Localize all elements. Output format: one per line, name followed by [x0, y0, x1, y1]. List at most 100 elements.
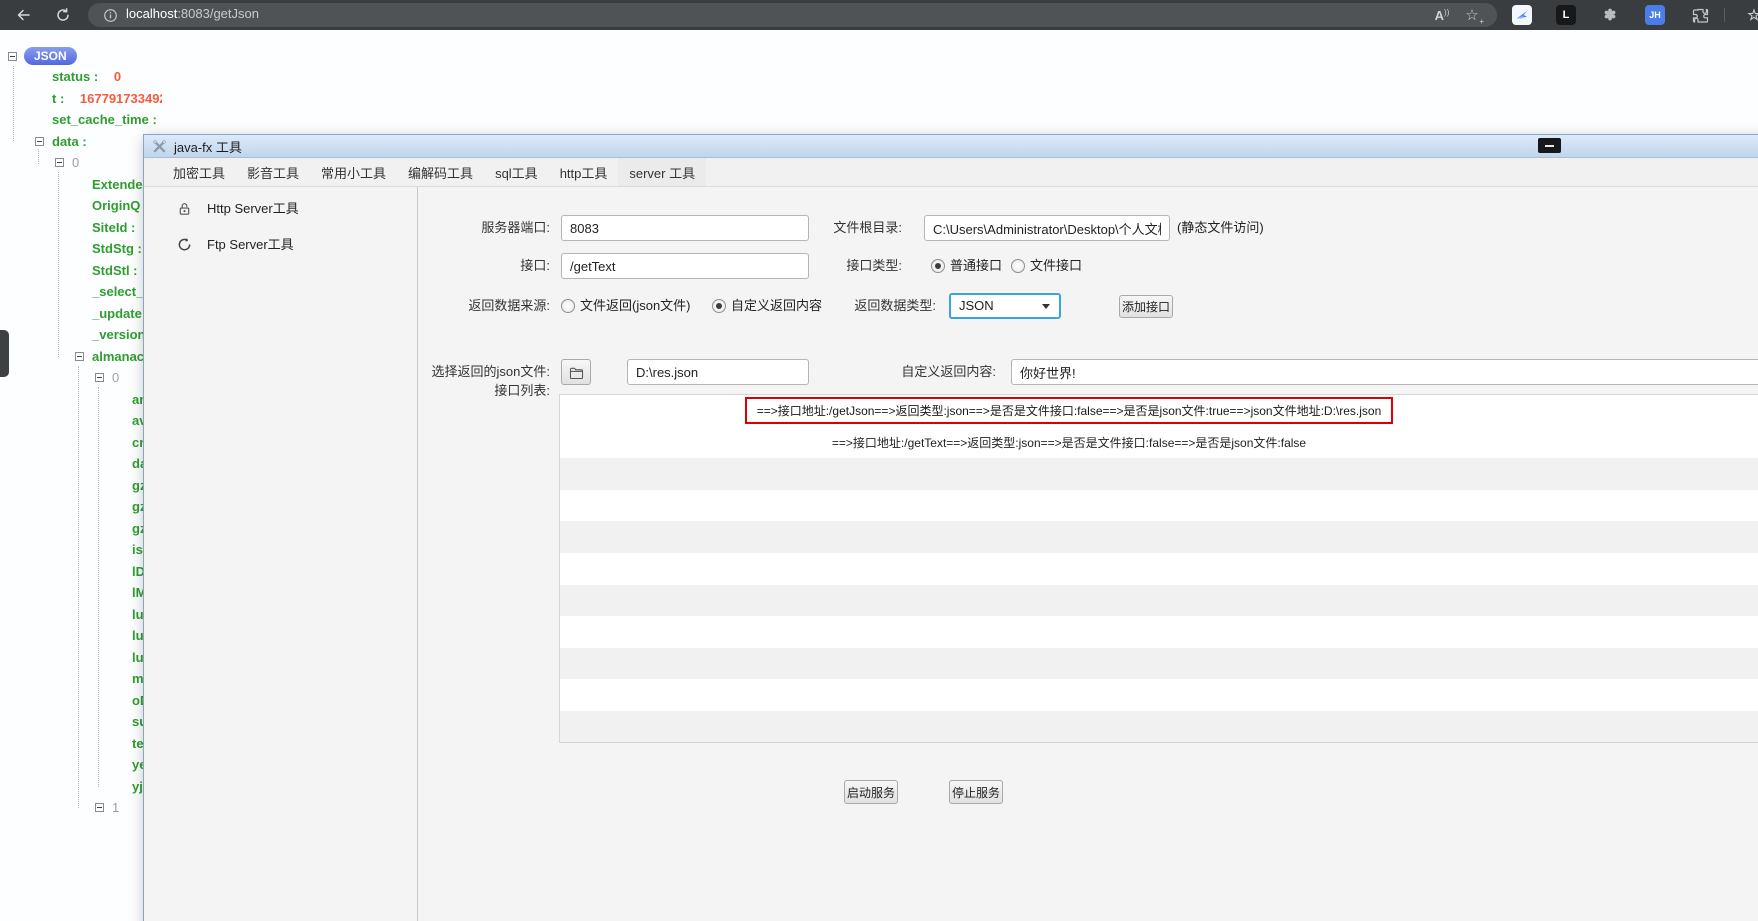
api-list-row[interactable] — [560, 711, 1758, 743]
favorite-star-icon[interactable]: ☆+ — [1462, 5, 1482, 25]
api-list-row[interactable]: ==>接口地址:/getJson==>返回类型:json==>是否是文件接口:f… — [560, 395, 1758, 427]
radio-file-return-label: 文件返回(json文件) — [580, 293, 691, 319]
tree-node-key: t : — [52, 91, 64, 106]
tree-node[interactable]: lu — [132, 628, 144, 644]
sidebar-item-http-server[interactable]: Http Server工具 — [144, 194, 417, 224]
api-list-row[interactable]: ==>接口地址:/getText==>返回类型:json==>是否是文件接口:f… — [560, 427, 1758, 459]
tree-node[interactable]: lu — [132, 607, 144, 623]
tree-node-key: StdStg : — [92, 241, 142, 256]
stop-service-button[interactable]: 停止服务 — [949, 780, 1003, 804]
tool-sidebar: Http Server工具 Ftp Server工具 — [144, 187, 418, 921]
combobox-value: JSON — [959, 298, 994, 313]
extension-l-icon[interactable]: L — [1556, 5, 1576, 25]
tree-node[interactable]: status : 0 — [52, 69, 121, 85]
json-file-input[interactable] — [627, 359, 809, 385]
api-list-row[interactable] — [560, 616, 1758, 648]
radio-file-return[interactable] — [561, 299, 575, 313]
menu-tab[interactable]: 加密工具 — [162, 158, 236, 186]
tree-expander[interactable] — [95, 373, 104, 382]
tree-node[interactable]: m — [132, 671, 144, 687]
api-list-row[interactable] — [560, 553, 1758, 585]
tree-node[interactable]: t : 1677917334923 — [52, 91, 162, 107]
api-label: 接口: — [390, 253, 550, 279]
tree-expander[interactable] — [35, 137, 44, 146]
tree-node[interactable]: StdStl : — [92, 263, 138, 279]
tree-node[interactable]: Extende — [92, 177, 143, 193]
tree-expander[interactable] — [75, 352, 84, 361]
tree-node[interactable]: lu — [132, 650, 144, 666]
tree-node-key: lu — [132, 628, 144, 643]
sidebar-item-ftp-server[interactable]: Ftp Server工具 — [144, 230, 417, 260]
read-aloud-icon[interactable]: A)) — [1432, 5, 1452, 25]
api-list-row[interactable] — [560, 648, 1758, 680]
radio-custom-return[interactable] — [712, 299, 726, 313]
tree-node-value: 0 — [114, 69, 121, 84]
menu-tabs: 加密工具影音工具常用小工具编解码工具sql工具http工具server 工具 — [144, 158, 1758, 187]
extensions-puzzle-icon[interactable] — [1690, 5, 1710, 25]
api-list-row[interactable] — [560, 521, 1758, 553]
start-service-button[interactable]: 启动服务 — [844, 780, 898, 804]
sidebar-item-label: Http Server工具 — [207, 194, 299, 224]
api-list-row[interactable] — [560, 679, 1758, 711]
add-api-button[interactable]: 添加接口 — [1119, 295, 1173, 318]
side-panel-handle[interactable] — [0, 330, 9, 377]
tree-root-node[interactable]: JSON — [8, 47, 77, 65]
menu-tab[interactable]: server 工具 — [618, 158, 706, 186]
tree-node-key: yj — [132, 779, 143, 794]
radio-file-api[interactable] — [1011, 259, 1025, 273]
api-list-row[interactable] — [560, 458, 1758, 490]
tree-guide-line — [78, 366, 79, 808]
api-list-label: 接口列表: — [390, 378, 550, 404]
menu-tab[interactable]: 编解码工具 — [397, 158, 484, 186]
tree-node-key: lu — [132, 607, 144, 622]
tree-node[interactable]: _select_ — [92, 284, 143, 300]
tree-expander[interactable] — [55, 158, 64, 167]
tree-node[interactable]: _update — [92, 306, 142, 322]
tree-node-key: status : — [52, 69, 98, 84]
tree-node[interactable]: te — [132, 736, 144, 752]
api-list-row[interactable] — [560, 585, 1758, 617]
address-bar[interactable]: localhost:8083/getJson A)) ☆+ — [88, 3, 1497, 27]
api-list[interactable]: ==>接口地址:/getJson==>返回类型:json==>是否是文件接口:f… — [559, 394, 1758, 743]
menu-tab[interactable]: 影音工具 — [236, 158, 310, 186]
window-title: java-fx 工具 — [174, 137, 242, 156]
extension-bird-icon[interactable] — [1512, 5, 1532, 25]
tree-node[interactable]: 0 — [112, 370, 119, 386]
tree-node[interactable]: yj — [132, 779, 143, 795]
radio-normal-api[interactable] — [931, 259, 945, 273]
tree-node[interactable]: OriginQ — [92, 198, 140, 214]
root-dir-input[interactable] — [924, 215, 1170, 241]
custom-content-label: 自定义返回内容: — [836, 359, 996, 385]
menu-tab[interactable]: sql工具 — [484, 158, 549, 186]
return-type-combobox[interactable]: JSON — [949, 293, 1061, 319]
tree-node[interactable]: SiteId : — [92, 220, 135, 236]
window-titlebar[interactable]: java-fx 工具 — [144, 135, 1758, 158]
tree-node-key: Extende — [92, 177, 143, 192]
tree-expander[interactable] — [95, 803, 104, 812]
custom-content-input[interactable] — [1011, 359, 1758, 385]
api-item-text: ==>接口地址:/getText==>返回类型:json==>是否是文件接口:f… — [832, 434, 1306, 451]
tree-node[interactable]: almanac — [92, 349, 144, 365]
tree-node[interactable]: is — [132, 542, 143, 558]
tree-node[interactable]: set_cache_time : — [52, 112, 157, 128]
toolbar-divider — [1724, 8, 1725, 22]
back-button[interactable] — [12, 5, 34, 25]
tree-node[interactable]: 0 — [72, 155, 79, 171]
choose-file-button[interactable] — [561, 359, 591, 385]
favorites-bar-star-icon[interactable]: ☆ — [1744, 5, 1758, 25]
site-info-icon[interactable] — [100, 5, 120, 25]
extension-jh-icon[interactable]: JH — [1645, 5, 1665, 25]
refresh-button[interactable] — [52, 5, 74, 25]
tree-node[interactable]: data : — [52, 134, 87, 150]
tree-expander[interactable] — [8, 52, 17, 61]
tree-node[interactable]: StdStg : — [92, 241, 142, 257]
tree-node[interactable]: 1 — [112, 800, 119, 816]
tools-icon — [152, 139, 167, 154]
menu-tab[interactable]: 常用小工具 — [310, 158, 397, 186]
extension-flower-icon[interactable]: ✽ — [1600, 5, 1620, 25]
tree-node[interactable]: _version — [92, 327, 145, 343]
api-list-row[interactable] — [560, 490, 1758, 522]
tree-node-key: _select_ — [92, 284, 143, 299]
minimize-button[interactable] — [1538, 138, 1561, 153]
menu-tab[interactable]: http工具 — [549, 158, 619, 186]
